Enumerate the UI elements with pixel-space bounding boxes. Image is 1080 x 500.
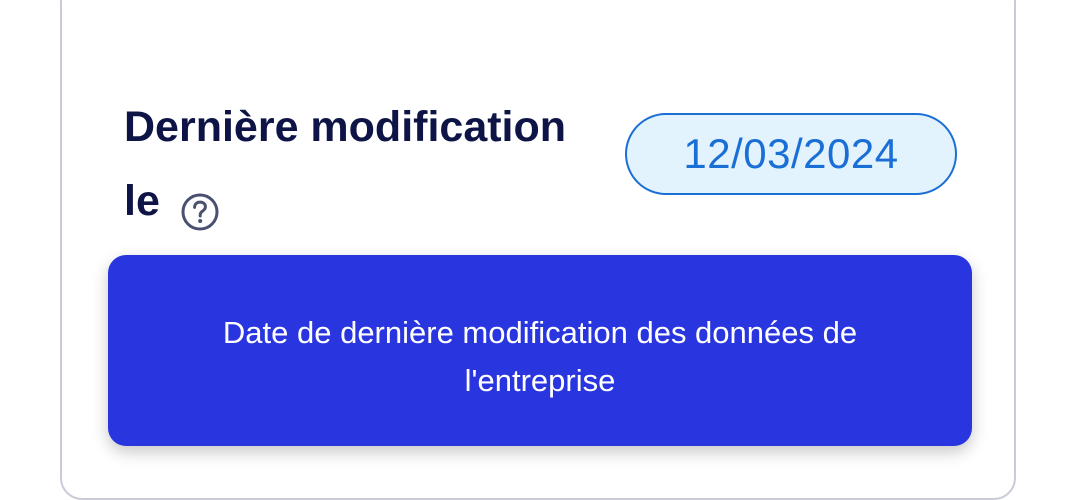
field-label-row: Dernière modification le: [124, 90, 604, 238]
date-badge: 12/03/2024: [625, 113, 957, 195]
help-tooltip: Date de dernière modification des donnée…: [108, 255, 972, 446]
question-circle-icon[interactable]: [180, 181, 220, 231]
tooltip-text: Date de dernière modification des donnée…: [222, 315, 858, 398]
